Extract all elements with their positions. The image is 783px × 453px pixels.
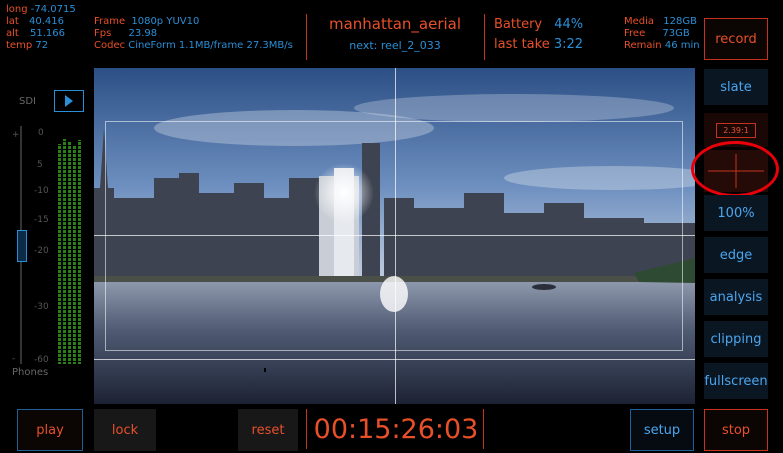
next-clip: next: reel_2_033 [349,39,441,52]
remain-value: 46 min [664,40,700,51]
fps-value: 23.98 [128,28,158,39]
temp-label: temp [6,40,33,51]
scale-30: -30 [34,302,49,312]
long-value: -74.0715 [30,4,76,15]
fps-label: Fps [94,28,112,39]
fader-handle[interactable] [17,230,27,262]
scale-15: -15 [34,215,49,225]
clip-name: manhattan_aerial [328,15,462,33]
divider [306,409,307,449]
level-meter [58,134,86,364]
scale-60: -60 [34,355,49,365]
play-button[interactable]: play [17,409,83,451]
setup-button[interactable]: setup [630,409,694,451]
stop-button[interactable]: stop [704,409,768,451]
meter-minus: - [12,354,16,364]
free-label: Free [624,28,646,39]
record-button[interactable]: record [704,18,768,60]
scale-5: 5 [37,160,43,170]
codec-value: CineForm 1.1MB/frame 27.3MB/s [128,40,293,51]
edge-button[interactable]: edge [704,237,768,273]
media-value: 128GB [663,16,697,27]
storage-panel: Media 128GB Free 73GB Remain 46 min [624,16,704,52]
play-arrow-button[interactable] [54,90,84,112]
clipping-button[interactable]: clipping [704,321,768,357]
media-label: Media [624,16,655,27]
bottom-guide-line [94,359,695,360]
lat-value: 40.416 [29,16,65,27]
reset-button[interactable]: reset [238,409,298,451]
safe-area-frame [105,121,683,351]
last-take-value: 3:22 [553,37,584,52]
phones-label: Phones [12,367,49,378]
frame-value: 1080p YUV10 [131,16,200,27]
last-take-label: last take [494,37,550,52]
temp-value: 72 [35,40,49,51]
battery-label: Battery [494,17,543,32]
battery-value: 44% [554,17,584,32]
frame-label: Frame [94,16,126,27]
divider [484,14,485,60]
telemetry-panel: long -74.0715 lat 40.416 alt 51.166 temp… [6,4,96,52]
free-value: 73GB [662,28,690,39]
long-label: long [6,4,28,15]
meter-segments [58,134,82,364]
lock-button[interactable]: lock [94,409,156,451]
zoom-button[interactable]: 100% [704,195,768,231]
lat-label: lat [6,16,19,27]
slate-button[interactable]: slate [704,69,768,105]
analysis-button[interactable]: analysis [704,279,768,315]
remain-label: Remain [624,40,662,51]
crosshair-horizontal [94,235,695,236]
divider [483,409,484,449]
scale-10: -10 [34,186,49,196]
timecode: 00:15:26:03 [313,414,479,445]
clip-info: manhattan_aerial next: reel_2_033 [307,14,483,54]
alt-label: alt [6,28,19,39]
video-preview[interactable] [94,68,695,404]
audio-source-label: SDI [19,96,36,107]
meter-plus: + [12,130,20,140]
aspect-ratio-label: 2.39:1 [716,122,756,138]
codec-label: Codec [94,40,126,51]
audio-meter-panel: + - 0 5 -10 -15 -20 -30 -60 [10,126,90,366]
alt-value: 51.166 [30,28,66,39]
scale-0: 0 [38,128,44,138]
status-panel: Battery 44% last take 3:22 [494,15,604,55]
crosshair-vertical [395,68,396,404]
highlight-ring [691,141,779,197]
triangle-right-icon [65,95,73,107]
format-panel: Frame 1080p YUV10 Fps 23.98 Codec CineFo… [94,16,304,52]
fullscreen-button[interactable]: fullscreen [704,363,768,399]
scale-20: -20 [34,246,49,256]
